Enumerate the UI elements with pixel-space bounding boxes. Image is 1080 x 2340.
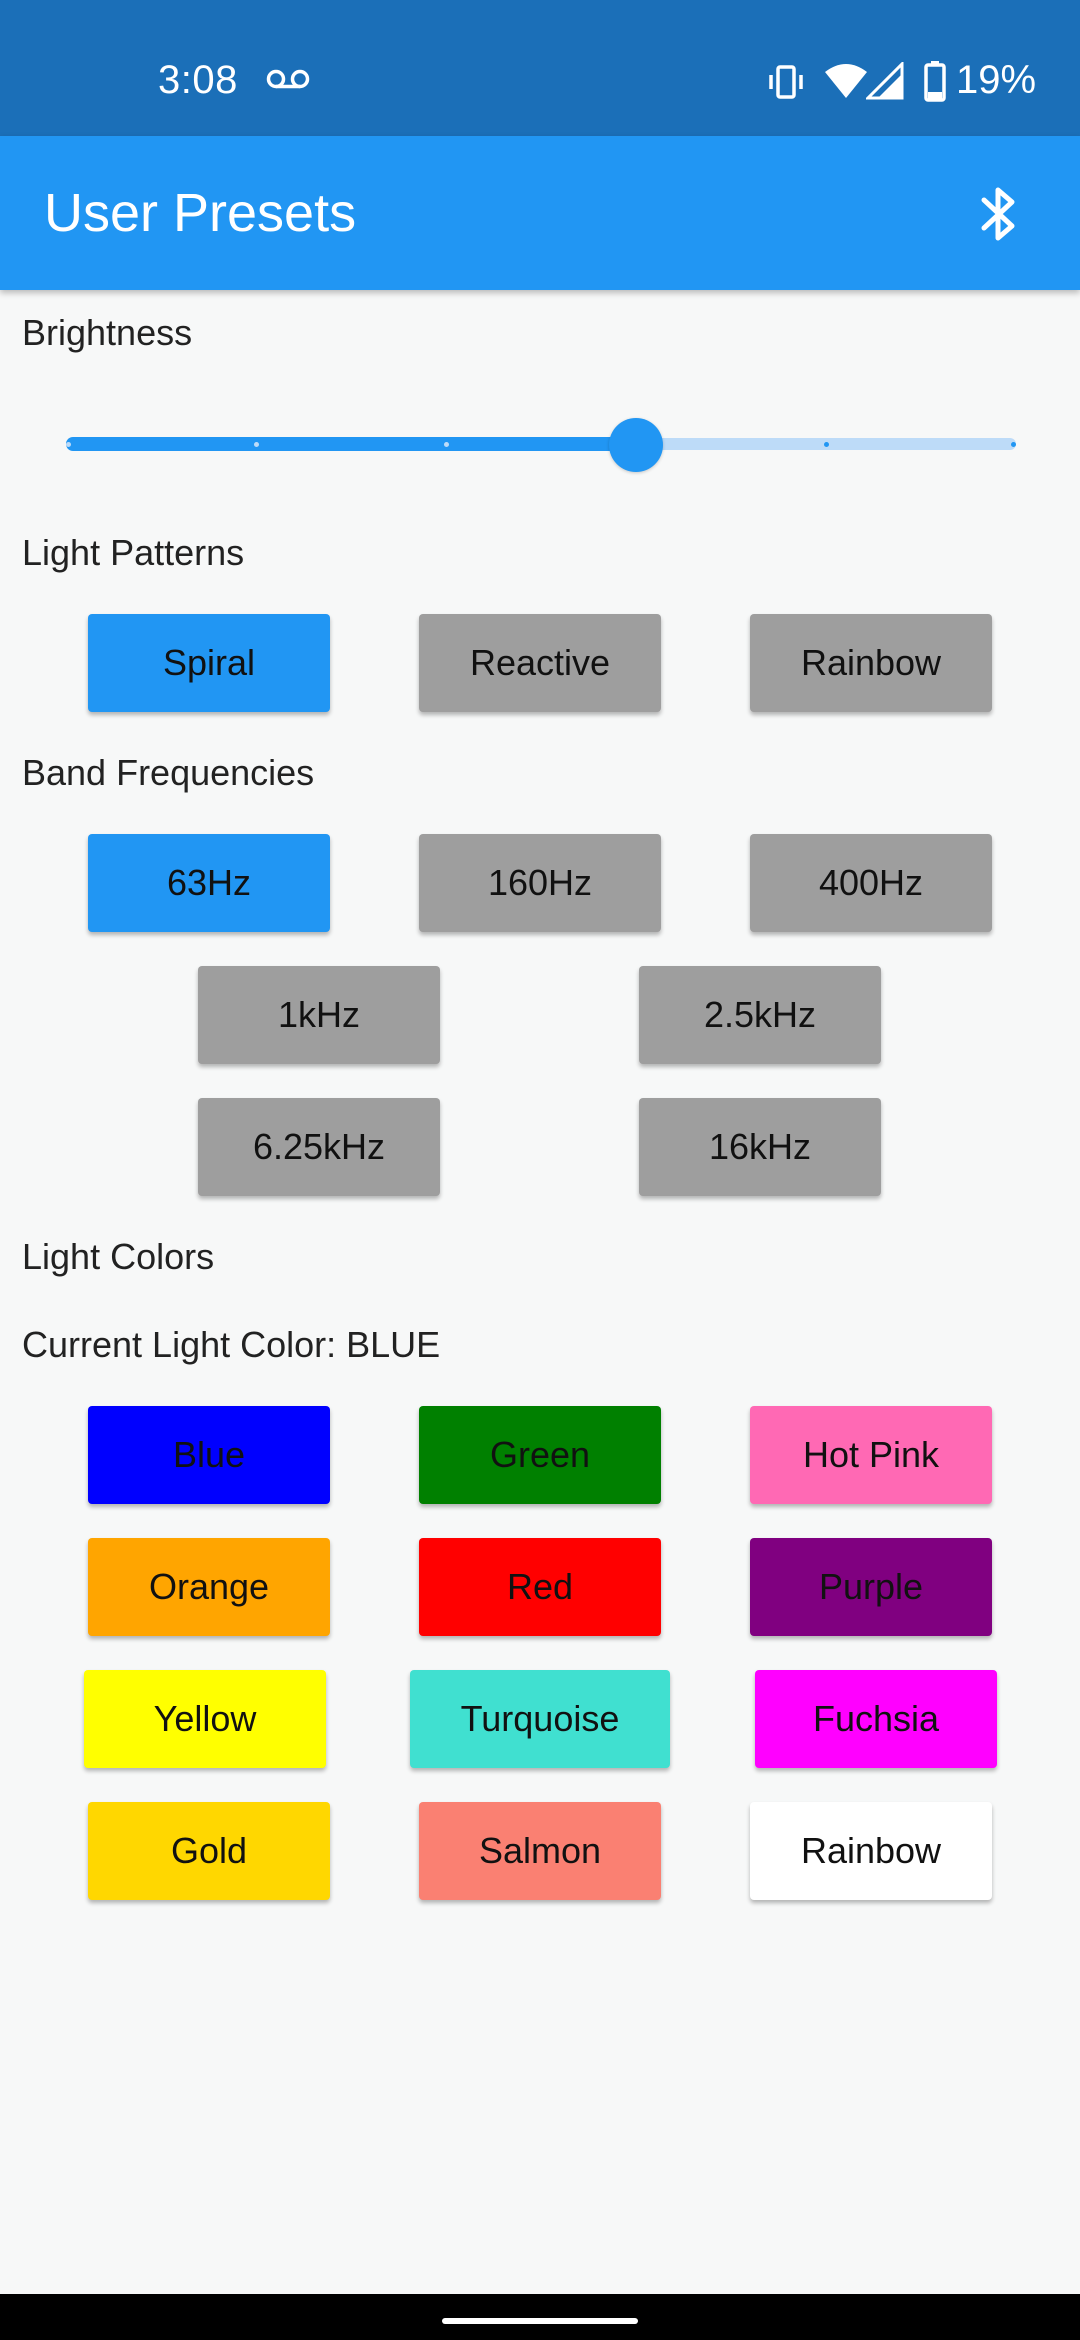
vibrate-icon (769, 65, 803, 99)
page-title: User Presets (44, 183, 357, 243)
color-button-turquoise[interactable]: Turquoise (410, 1670, 670, 1768)
band-button-6-25khz[interactable]: 6.25kHz (198, 1098, 440, 1196)
signal-icon (866, 62, 904, 100)
band-button-160hz[interactable]: 160Hz (419, 834, 661, 932)
color-button-gold[interactable]: Gold (88, 1802, 330, 1900)
band-button-1khz[interactable]: 1kHz (198, 966, 440, 1064)
slider-tick (254, 442, 259, 447)
status-bar: 3:08 19% (0, 0, 1080, 136)
navigation-bar (0, 2294, 1080, 2340)
pattern-button-rainbow[interactable]: Rainbow (750, 614, 992, 712)
current-light-color: Current Light Color: BLUE (22, 1324, 441, 1365)
band-button-400hz[interactable]: 400Hz (750, 834, 992, 932)
band-button-16khz[interactable]: 16kHz (639, 1098, 881, 1196)
color-button-yellow[interactable]: Yellow (84, 1670, 326, 1768)
pattern-button-spiral[interactable]: Spiral (88, 614, 330, 712)
band-button-2-5khz[interactable]: 2.5kHz (639, 966, 881, 1064)
battery-percent: 19% (956, 58, 1037, 102)
color-button-red[interactable]: Red (419, 1538, 661, 1636)
color-button-blue[interactable]: Blue (88, 1406, 330, 1504)
band-frequencies-label: Band Frequencies (22, 752, 315, 793)
color-button-purple[interactable]: Purple (750, 1538, 992, 1636)
slider-tick (1011, 442, 1016, 447)
brightness-slider[interactable] (66, 418, 1016, 472)
status-time: 3:08 (158, 58, 238, 102)
light-colors-label: Light Colors (22, 1236, 215, 1277)
wifi-icon (825, 64, 867, 98)
pattern-button-reactive[interactable]: Reactive (419, 614, 661, 712)
app-bar: User Presets (0, 136, 1080, 290)
color-button-rainbow[interactable]: Rainbow (750, 1802, 992, 1900)
color-button-salmon[interactable]: Salmon (419, 1802, 661, 1900)
light-patterns-label: Light Patterns (22, 532, 245, 573)
home-indicator[interactable] (442, 2318, 638, 2324)
slider-track-active (66, 437, 636, 451)
voicemail-icon (266, 69, 310, 89)
band-button-63hz[interactable]: 63Hz (88, 834, 330, 932)
battery-icon (924, 61, 946, 102)
color-button-orange[interactable]: Orange (88, 1538, 330, 1636)
slider-tick (66, 442, 71, 447)
color-button-hot-pink[interactable]: Hot Pink (750, 1406, 992, 1504)
brightness-label: Brightness (22, 312, 193, 353)
color-button-green[interactable]: Green (419, 1406, 661, 1504)
slider-tick (444, 442, 449, 447)
color-button-fuchsia[interactable]: Fuchsia (755, 1670, 997, 1768)
slider-thumb[interactable] (609, 418, 663, 472)
bluetooth-icon[interactable] (976, 184, 1022, 244)
slider-tick (824, 442, 829, 447)
